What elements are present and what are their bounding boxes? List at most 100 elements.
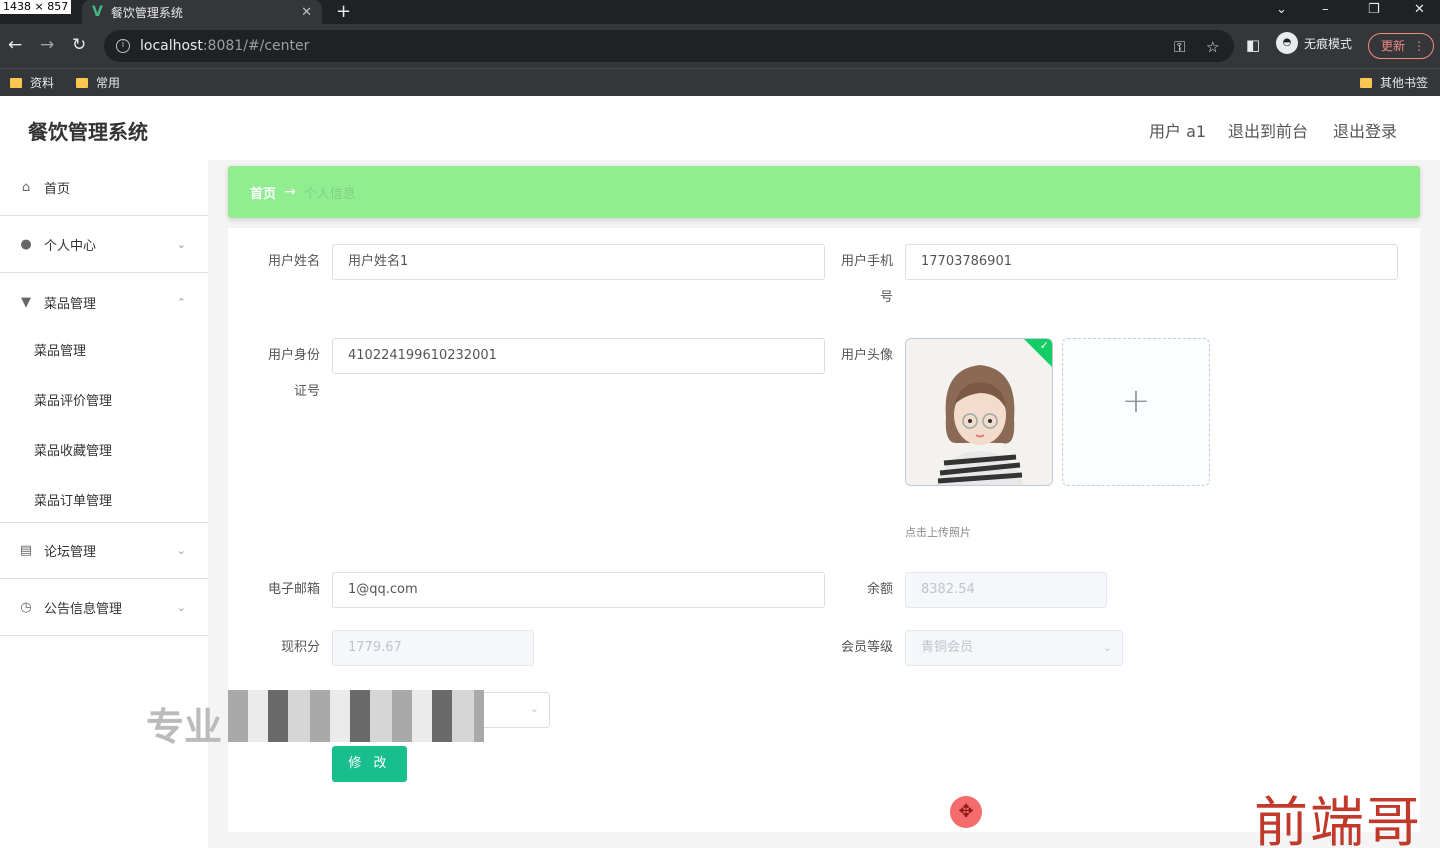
bookmark-label: 常用 [96,76,121,90]
sidebar-item-label: 首页 [44,182,71,197]
tab-search-icon[interactable]: ⌄ [1276,2,1287,17]
plus-icon: + [1121,381,1151,421]
browser-tab[interactable]: V 餐饮管理系统 ✕ [82,0,322,24]
incognito-label: 无痕模式 [1304,36,1353,51]
email-input[interactable]: 1@qq.com [332,572,825,608]
sidebar-item-personal-center[interactable]: ● 个人中心 ⌄ [0,217,208,273]
watermark-left: 专业 [146,705,223,749]
idcard-label-cont: 证号 [293,384,320,399]
forward-icon[interactable]: → [40,35,54,55]
sidebar-item-home[interactable]: ⌂ 首页 [0,160,208,216]
avatar-upload-button[interactable]: + [1062,338,1210,486]
balance-input: 8382.54 [905,572,1107,608]
bookmark-label: 资料 [30,76,55,90]
browser-tab-title: 餐饮管理系统 [110,5,183,20]
phone-label: 用户手机 [840,254,893,269]
user-icon: ● [20,237,32,252]
main-content: 首页 → 个人信息 用户姓名 用户姓名1 用户手机 号 17703786901 … [208,160,1440,848]
site-info-icon[interactable]: i [116,39,130,53]
points-input: 1779.67 [332,630,534,666]
folder-icon [76,77,88,88]
upload-tip: 点击上传照片 [905,526,971,539]
avatar-preview[interactable]: ✓ [905,338,1053,486]
balance-label: 余额 [866,582,893,597]
logout-link[interactable]: 退出登录 [1333,118,1397,142]
bookmark-star-icon[interactable]: ☆ [1206,38,1219,56]
idcard-input[interactable]: 410224199610232001 [332,338,825,374]
bookmarks-bar: 资料 常用 其他书签 [0,68,1440,96]
breadcrumb-current: 个人信息 [303,186,356,202]
reload-icon[interactable]: ↻ [72,35,86,55]
browser-tab-bar: 1438 × 857 V 餐饮管理系统 ✕ + ⌄ – ❐ ✕ [0,0,1440,24]
back-icon[interactable]: ← [8,35,22,55]
window-close-icon[interactable]: ✕ [1414,2,1425,17]
chevron-down-icon: ⌄ [529,702,539,715]
move-cursor-icon: ✥ [950,796,982,828]
minimize-icon[interactable]: – [1322,2,1329,17]
update-button[interactable]: 更新 ⋮ [1368,33,1434,59]
dimensions-badge: 1438 × 857 [0,0,72,14]
browser-toolbar: ← → ↻ i localhost:8081/#/center ⚿ ☆ ◧ ◓ … [0,24,1440,68]
phone-input[interactable]: 17703786901 [905,244,1398,280]
app-header: 餐饮管理系统 用户 a1 退出到前台 退出登录 [0,96,1440,160]
phone-label-cont: 号 [879,290,893,305]
submenu-dish[interactable]: 菜品管理 [34,340,86,359]
points-label: 现积分 [280,640,320,655]
chevron-down-icon: ⌄ [176,238,186,251]
url-path: :8081/#/center [202,38,310,54]
member-level-label: 会员等级 [840,640,893,655]
obscured-select[interactable]: ⌄ [484,692,550,728]
address-bar[interactable]: i localhost:8081/#/center ⚿ ☆ [104,30,1234,62]
incognito-indicator[interactable]: ◓ 无痕模式 [1276,32,1352,54]
update-label: 更新 [1381,39,1406,53]
breadcrumb-home[interactable]: 首页 [250,183,276,202]
url-host: localhost [140,38,203,54]
submenu-dish-review[interactable]: 菜品评价管理 [34,390,112,409]
chevron-down-icon: ⌄ [176,544,186,557]
folder-icon [10,77,22,88]
exit-to-front-link[interactable]: 退出到前台 [1228,118,1308,142]
other-bookmarks-label: 其他书签 [1380,76,1429,90]
avatar-label: 用户头像 [840,348,893,363]
clock-icon: ◷ [20,600,32,615]
forum-icon: ▤ [19,543,33,558]
dish-icon: ▼ [21,294,31,310]
pixelated-overlay [228,690,484,742]
menu-dots-icon[interactable]: ⋮ [1413,34,1425,58]
submenu-dish-favorite[interactable]: 菜品收藏管理 [34,440,112,459]
sidebar-item-label: 公告信息管理 [44,602,123,617]
breadcrumb-arrow: → [284,184,296,200]
email-label: 电子邮箱 [267,582,320,597]
member-level-select: 青铜会员 ⌄ [905,630,1123,666]
chevron-up-icon: ⌃ [176,295,186,309]
check-icon: ✓ [1039,339,1049,352]
breadcrumb: 首页 → 个人信息 [228,166,1420,218]
bookmark-folder-changyong[interactable]: 常用 [76,74,120,91]
sidebar-item-forum[interactable]: ▤ 论坛管理 ⌄ [0,523,208,579]
sidebar-item-label: 论坛管理 [44,545,97,560]
username-input[interactable]: 用户姓名1 [332,244,825,280]
chevron-down-icon: ⌄ [176,601,186,614]
bookmark-folder-ziliao[interactable]: 资料 [10,74,54,91]
key-icon[interactable]: ⚿ [1174,38,1185,56]
folder-icon [1360,77,1372,88]
other-bookmarks[interactable]: 其他书签 [1360,74,1428,91]
current-user: 用户 a1 [1149,122,1207,141]
close-tab-icon[interactable]: ✕ [301,5,312,20]
member-level-value: 青铜会员 [921,640,974,655]
new-tab-icon[interactable]: + [336,1,351,22]
side-panel-icon[interactable]: ◧ [1246,36,1260,54]
sidebar-item-label: 个人中心 [44,239,97,254]
watermark-right: 前端哥 [1254,791,1422,848]
idcard-label: 用户身份 [267,348,320,363]
incognito-icon: ◓ [1276,32,1298,54]
chevron-down-icon: ⌄ [1102,641,1112,654]
username-label: 用户姓名 [267,254,320,269]
submit-button[interactable]: 修 改 [332,746,407,782]
restore-icon[interactable]: ❐ [1368,2,1380,17]
vue-logo-icon: V [92,4,103,20]
submenu-dish-order[interactable]: 菜品订单管理 [34,490,112,509]
sidebar-item-label: 菜品管理 [44,296,97,312]
sidebar-item-notice[interactable]: ◷ 公告信息管理 ⌄ [0,580,208,636]
sidebar-item-dish-management[interactable]: ▼ 菜品管理 ⌃ [0,274,208,330]
